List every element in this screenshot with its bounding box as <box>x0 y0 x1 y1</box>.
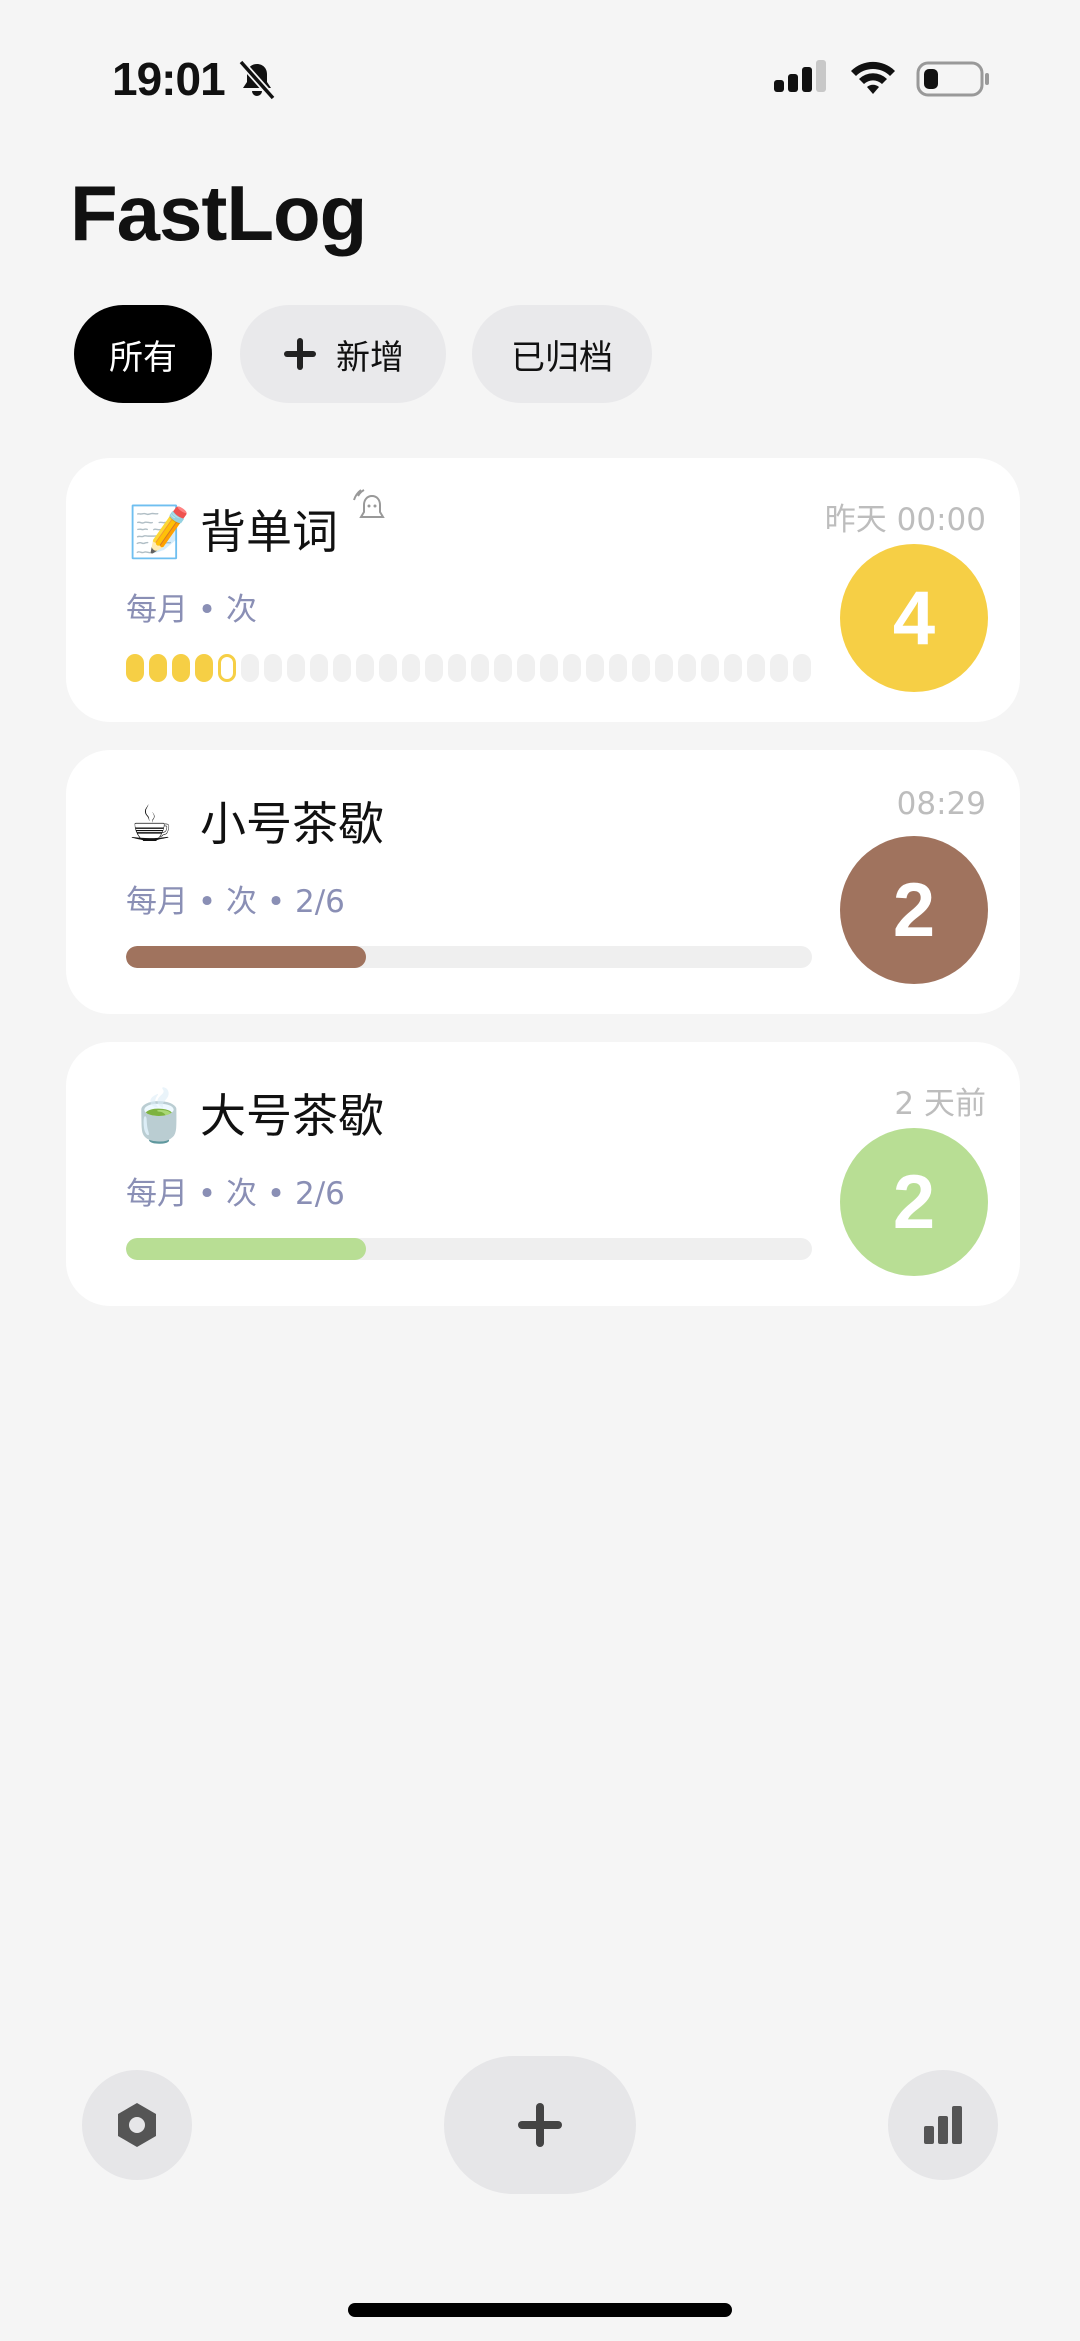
progress-dot <box>563 654 581 682</box>
progress-dot <box>655 654 673 682</box>
signal-icon <box>774 60 826 92</box>
progress-dots <box>126 654 816 684</box>
home-indicator <box>348 2303 732 2317</box>
progress-dot <box>241 654 259 682</box>
settings-button[interactable] <box>82 2070 192 2180</box>
card-last-time: 昨天 00:00 <box>824 502 986 538</box>
memo-emoji-icon: 📝 <box>128 503 191 561</box>
filter-new-label: 新增 <box>336 337 404 378</box>
progress-dot <box>793 654 811 682</box>
progress-dot <box>425 654 443 682</box>
progress-dot <box>586 654 604 682</box>
progress-dot <box>264 654 282 682</box>
card-last-time: 08:29 <box>896 786 986 822</box>
status-time: 19:01 <box>112 53 226 105</box>
count-value: 4 <box>892 575 936 661</box>
filter-all-chip[interactable]: 所有 <box>74 305 212 403</box>
add-button[interactable] <box>444 2056 636 2194</box>
card-last-time: 2 天前 <box>894 1086 986 1122</box>
bell-slash-icon <box>238 59 276 101</box>
app-title: FastLog <box>70 169 367 257</box>
filter-archived-chip[interactable]: 已归档 <box>472 305 652 403</box>
progress-dot <box>195 654 213 682</box>
progress-dot <box>356 654 374 682</box>
filter-new-chip[interactable]: 新增 <box>240 305 446 403</box>
card-subtitle: 每月 • 次 <box>126 592 257 628</box>
progress-dot <box>287 654 305 682</box>
progress-fill <box>126 946 367 968</box>
progress-dot <box>540 654 558 682</box>
progress-dot <box>126 654 144 682</box>
progress-dot <box>632 654 650 682</box>
log-card[interactable]: ☕ 小号茶歇 每月 • 次 • 2/6 08:29 2 <box>66 750 1020 1014</box>
card-title: 大号茶歇 <box>200 1089 384 1143</box>
progress-dot <box>517 654 535 682</box>
plus-icon <box>518 2103 562 2147</box>
progress-dot <box>494 654 512 682</box>
card-title: 背单词 <box>200 505 338 559</box>
progress-dot <box>379 654 397 682</box>
tea-emoji-icon: 🍵 <box>128 1087 191 1145</box>
progress-dot <box>770 654 788 682</box>
plus-icon <box>284 338 316 370</box>
progress-dot <box>218 654 236 682</box>
stats-button[interactable] <box>888 2070 998 2180</box>
card-subtitle: 每月 • 次 • 2/6 <box>126 884 345 920</box>
progress-dot <box>402 654 420 682</box>
progress-dot <box>701 654 719 682</box>
settings-hexagon-icon <box>118 2103 156 2147</box>
count-badge[interactable]: 2 <box>840 1128 988 1276</box>
progress-fill <box>126 1238 367 1260</box>
count-value: 2 <box>892 867 936 953</box>
progress-dot <box>747 654 765 682</box>
progress-dot <box>724 654 742 682</box>
progress-dot <box>448 654 466 682</box>
progress-dot <box>678 654 696 682</box>
log-card[interactable]: 📝 背单词 每月 • 次 昨天 00:00 4 <box>66 458 1020 722</box>
filter-archived-label: 已归档 <box>511 337 613 378</box>
progress-bar <box>126 1238 812 1260</box>
progress-dot <box>149 654 167 682</box>
progress-dot <box>609 654 627 682</box>
count-badge[interactable]: 2 <box>840 836 988 984</box>
progress-bar <box>126 946 812 968</box>
filter-all-label: 所有 <box>109 337 177 378</box>
progress-dot <box>333 654 351 682</box>
card-title: 小号茶歇 <box>200 797 384 851</box>
progress-dot <box>172 654 190 682</box>
battery-icon <box>916 61 989 97</box>
coffee-emoji-icon: ☕ <box>128 795 173 853</box>
count-badge[interactable]: 4 <box>840 544 988 692</box>
app-screen: 19:01 FastLog 所有 新增 已归档 📝 背单词 每月 • 次 昨天 … <box>0 0 1080 2341</box>
wifi-icon <box>851 61 895 94</box>
card-subtitle: 每月 • 次 • 2/6 <box>126 1176 345 1212</box>
progress-dot <box>310 654 328 682</box>
log-card[interactable]: 🍵 大号茶歇 每月 • 次 • 2/6 2 天前 2 <box>66 1042 1020 1306</box>
progress-dot <box>471 654 489 682</box>
bar-chart-icon <box>924 2106 962 2144</box>
alarm-reminder-icon <box>353 489 385 518</box>
count-value: 2 <box>892 1159 936 1245</box>
